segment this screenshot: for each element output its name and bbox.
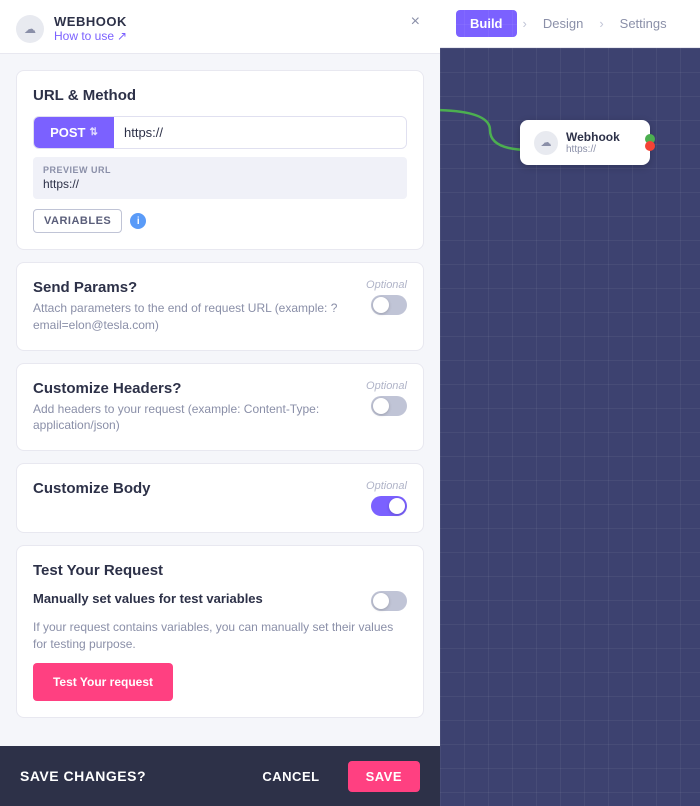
node-title: Webhook bbox=[566, 130, 620, 144]
send-params-title: Send Params? bbox=[33, 279, 358, 296]
send-params-toggle[interactable] bbox=[371, 295, 407, 315]
test-request-desc: If your request contains variables, you … bbox=[33, 619, 407, 653]
header-titles: WEBHOOK How to use ↗ bbox=[54, 14, 127, 43]
test-request-button[interactable]: Test Your request bbox=[33, 663, 173, 701]
test-request-toggle-section: Manually set values for test variables bbox=[33, 591, 407, 611]
panel-content: URL & Method POST ⇅ PREVIEW URL https://… bbox=[0, 54, 440, 806]
node-info: Webhook https:// bbox=[566, 130, 620, 155]
customize-headers-right: Optional bbox=[366, 380, 407, 416]
url-method-title: URL & Method bbox=[33, 87, 407, 104]
webhook-node[interactable]: ☁ Webhook https:// bbox=[520, 120, 650, 165]
preview-url-label: PREVIEW URL bbox=[43, 165, 397, 175]
how-to-use-link[interactable]: How to use ↗ bbox=[54, 29, 127, 43]
customize-headers-section: Customize Headers? Add headers to your r… bbox=[33, 380, 407, 435]
panel-title: WEBHOOK bbox=[54, 14, 127, 29]
header-left: ☁ WEBHOOK How to use ↗ bbox=[16, 14, 127, 43]
test-request-left: Manually set values for test variables bbox=[33, 591, 263, 606]
customize-headers-optional: Optional bbox=[366, 380, 407, 392]
customize-body-toggle[interactable] bbox=[371, 496, 407, 516]
method-arrows-icon: ⇅ bbox=[90, 127, 98, 138]
customize-body-title: Customize Body bbox=[33, 480, 151, 497]
cancel-button[interactable]: CANCEL bbox=[244, 761, 337, 792]
customize-body-left: Customize Body bbox=[33, 480, 151, 501]
bottom-bar: SAVE CHANGES? CANCEL SAVE bbox=[0, 746, 440, 806]
test-request-toggle[interactable] bbox=[371, 591, 407, 611]
customize-body-section: Customize Body Optional bbox=[33, 480, 407, 516]
node-icon: ☁ bbox=[534, 131, 558, 155]
test-request-card: Test Your Request Manually set values fo… bbox=[16, 545, 424, 718]
test-request-toggle-label: Manually set values for test variables bbox=[33, 591, 263, 606]
right-panel: Build › Design › Settings ☁ Webhook http… bbox=[440, 0, 700, 806]
node-error-dot bbox=[645, 141, 655, 151]
send-params-optional: Optional bbox=[366, 279, 407, 291]
url-method-row: POST ⇅ bbox=[33, 116, 407, 149]
close-button[interactable]: × bbox=[407, 14, 424, 30]
customize-headers-card: Customize Headers? Add headers to your r… bbox=[16, 363, 424, 452]
method-select[interactable]: POST ⇅ bbox=[34, 117, 114, 148]
info-icon: i bbox=[130, 213, 146, 229]
panel-header: ☁ WEBHOOK How to use ↗ × bbox=[0, 0, 440, 54]
customize-headers-title: Customize Headers? bbox=[33, 380, 358, 397]
test-request-title: Test Your Request bbox=[33, 562, 407, 579]
send-params-left: Send Params? Attach parameters to the en… bbox=[33, 279, 358, 334]
variables-button[interactable]: VARIABLES bbox=[33, 209, 122, 233]
customize-headers-desc: Add headers to your request (example: Co… bbox=[33, 401, 358, 435]
send-params-card: Send Params? Attach parameters to the en… bbox=[16, 262, 424, 351]
send-params-section: Send Params? Attach parameters to the en… bbox=[33, 279, 407, 334]
customize-headers-toggle[interactable] bbox=[371, 396, 407, 416]
node-url: https:// bbox=[566, 144, 620, 155]
bottom-buttons: CANCEL SAVE bbox=[244, 761, 420, 792]
url-method-card: URL & Method POST ⇅ PREVIEW URL https://… bbox=[16, 70, 424, 250]
send-params-desc: Attach parameters to the end of request … bbox=[33, 300, 358, 334]
external-link-icon: ↗ bbox=[117, 29, 127, 43]
customize-body-card: Customize Body Optional bbox=[16, 463, 424, 533]
send-params-right: Optional bbox=[366, 279, 407, 315]
customize-body-right: Optional bbox=[366, 480, 407, 516]
customize-headers-left: Customize Headers? Add headers to your r… bbox=[33, 380, 358, 435]
preview-url-box: PREVIEW URL https:// bbox=[33, 157, 407, 199]
webhook-icon: ☁ bbox=[16, 15, 44, 43]
save-button[interactable]: SAVE bbox=[348, 761, 420, 792]
preview-url-value: https:// bbox=[43, 177, 397, 191]
save-changes-label: SAVE CHANGES? bbox=[20, 768, 146, 784]
url-input[interactable] bbox=[114, 117, 406, 148]
left-panel: ☁ WEBHOOK How to use ↗ × URL & Method PO… bbox=[0, 0, 440, 806]
customize-body-optional: Optional bbox=[366, 480, 407, 492]
